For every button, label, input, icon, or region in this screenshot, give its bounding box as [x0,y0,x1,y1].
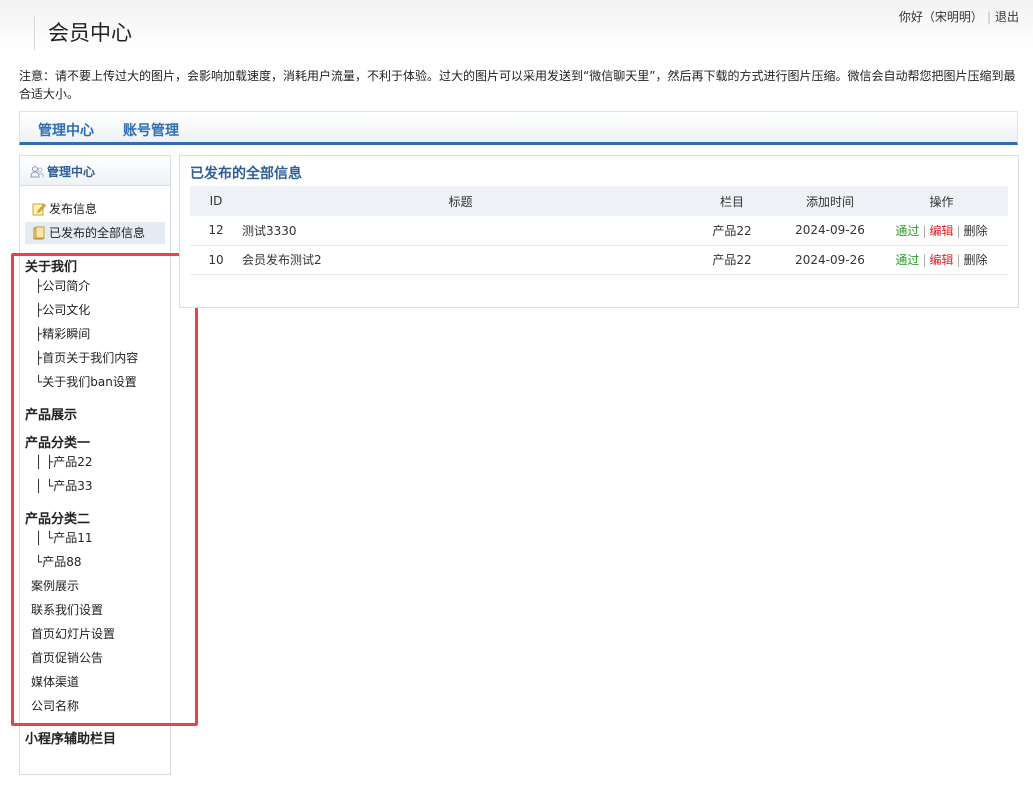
category-product-11[interactable]: │ └产品11 [35,529,93,546]
nav-manage-center[interactable]: 管理中心 [38,120,94,140]
col-time: 添加时间 [785,186,875,216]
table-row: 12 测试3330 产品22 2024-09-26 通过 | 编辑 | 删除 [190,216,1008,246]
logout-link[interactable]: 退出 [995,10,1019,24]
cell-id: 10 [190,245,242,275]
category-about[interactable]: 关于我们 [25,256,77,275]
cell-column: 产品22 [679,216,785,246]
category-media-channels[interactable]: 媒体渠道 [31,673,79,690]
category-product-class-1[interactable]: 产品分类一 [25,432,90,451]
published-panel: 已发布的全部信息 ID 标题 栏目 添加时间 操作 12 测试3330 产品22… [179,155,1019,308]
cell-title: 测试3330 [242,216,679,246]
sidebar-item-published-all[interactable]: 已发布的全部信息 [25,222,165,244]
op-separator: | [956,223,961,238]
published-table: ID 标题 栏目 添加时间 操作 12 测试3330 产品22 2024-09-… [190,186,1008,275]
user-sep: | [986,10,991,24]
cell-ops: 通过 | 编辑 | 删除 [875,216,1008,246]
category-product-33[interactable]: │ └产品33 [35,477,93,494]
user-box: 你好（宋明明） | 退出 [899,8,1019,25]
users-icon [30,166,44,178]
category-home-slides[interactable]: 首页幻灯片设置 [31,625,115,642]
approve-link[interactable]: 通过 [895,224,919,238]
cell-ops: 通过 | 编辑 | 删除 [875,245,1008,275]
category-product-88[interactable]: └产品88 [35,553,82,570]
sidebar-header: 管理中心 [20,156,170,186]
cell-column: 产品22 [679,245,785,275]
category-miniprogram[interactable]: 小程序辅助栏目 [25,728,116,747]
sidebar-item-publish[interactable]: 发布信息 [25,198,165,220]
table-header-row: ID 标题 栏目 添加时间 操作 [190,186,1008,216]
table-row: 10 会员发布测试2 产品22 2024-09-26 通过 | 编辑 | 删除 [190,245,1008,275]
category-highlights[interactable]: ├精彩瞬间 [35,325,90,342]
op-separator: | [922,253,927,267]
col-ops: 操作 [875,186,1008,216]
sidebar: 管理中心 发布信息 已发布的全部信息 关于我们 ├公司简介 ├公司文化 ├精彩瞬… [19,155,171,775]
col-title: 标题 [242,186,679,216]
greeting-text: 你好（宋明明） [898,10,983,24]
category-about-banner[interactable]: └关于我们ban设置 [35,373,137,390]
cell-time: 2024-09-26 [785,216,875,246]
category-product-class-2[interactable]: 产品分类二 [25,508,90,527]
op-separator: | [922,223,927,238]
category-company-name[interactable]: 公司名称 [31,697,79,714]
sidebar-title: 管理中心 [47,165,96,179]
nav-account[interactable]: 账号管理 [123,120,179,140]
approve-link[interactable]: 通过 [895,253,919,267]
category-company-culture[interactable]: ├公司文化 [35,301,90,318]
sidebar-item-label: 发布信息 [49,202,98,216]
col-id: ID [190,186,242,216]
main-nav: 管理中心 账号管理 [19,111,1018,145]
cell-id: 12 [190,216,242,246]
category-home-promo[interactable]: 首页促销公告 [31,649,103,666]
panel-title: 已发布的全部信息 [190,166,302,182]
page-title: 会员中心 [48,21,132,45]
col-column: 栏目 [679,186,785,216]
edit-link[interactable]: 编辑 [929,224,953,238]
category-company-intro[interactable]: ├公司简介 [35,277,90,294]
delete-link[interactable]: 删除 [964,224,988,238]
cell-title: 会员发布测试2 [242,245,679,275]
delete-link[interactable]: 删除 [964,253,988,267]
upload-notice: 注意：请不要上传过大的图片，会影响加载速度，消耗用户流量，不利于体验。过大的图片… [19,69,1016,101]
folder-icon [32,225,46,240]
top-bar: 会员中心 你好（宋明明） | 退出 [0,0,1033,56]
title-divider [34,16,35,50]
category-home-about[interactable]: ├首页关于我们内容 [35,349,138,366]
category-contact-settings[interactable]: 联系我们设置 [31,601,103,618]
category-products[interactable]: 产品展示 [25,404,77,423]
category-cases[interactable]: 案例展示 [31,577,79,594]
category-product-22[interactable]: │ ├产品22 [35,453,93,470]
op-separator: | [956,253,961,267]
edit-link[interactable]: 编辑 [929,253,953,267]
sidebar-item-label: 已发布的全部信息 [49,226,146,240]
cell-time: 2024-09-26 [785,245,875,275]
edit-note-icon [32,201,46,216]
